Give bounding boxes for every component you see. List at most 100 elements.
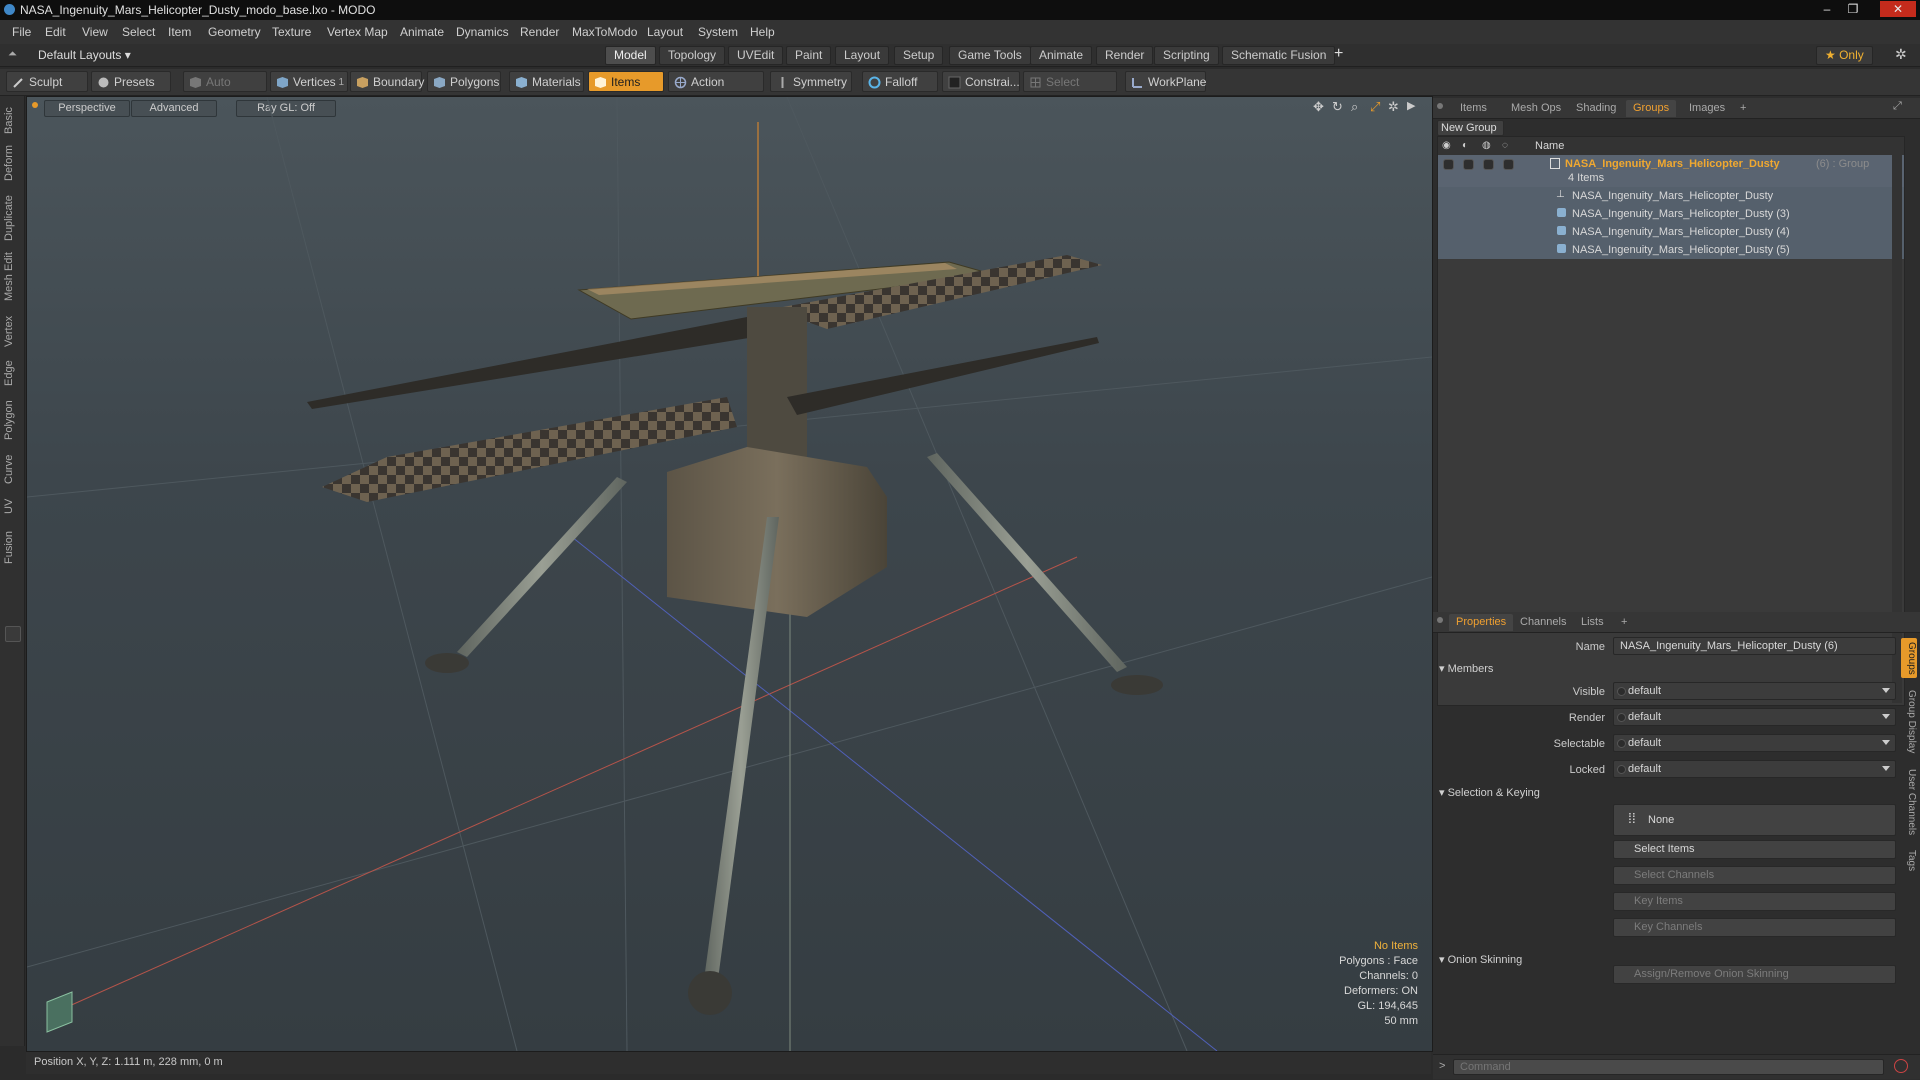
key-items-button[interactable]: Key Items bbox=[1613, 892, 1896, 911]
polygons-button[interactable]: Polygons bbox=[427, 71, 501, 92]
menu-select[interactable]: Select bbox=[122, 25, 155, 39]
menu-edit[interactable]: Edit bbox=[45, 25, 66, 39]
workplane-button[interactable]: WorkPlane bbox=[1125, 71, 1206, 92]
group-render-toggle[interactable] bbox=[1463, 159, 1474, 170]
command-history-icon[interactable] bbox=[1894, 1059, 1908, 1073]
tab-topology[interactable]: Topology bbox=[659, 46, 726, 65]
close-button[interactable]: ✕ bbox=[1880, 1, 1916, 17]
tab-scripting[interactable]: Scripting bbox=[1154, 46, 1219, 65]
tab-uv[interactable]: UV bbox=[3, 496, 20, 516]
name-field[interactable]: NASA_Ingenuity_Mars_Helicopter_Dusty (6) bbox=[1613, 637, 1896, 655]
symmetry-button[interactable]: Symmetry bbox=[770, 71, 852, 92]
tab-basic[interactable]: Basic bbox=[3, 104, 20, 138]
menu-layout[interactable]: Layout bbox=[647, 25, 683, 39]
selectable-dropdown[interactable]: default bbox=[1613, 734, 1896, 752]
tab-fusion[interactable]: Fusion bbox=[3, 528, 20, 566]
layout-preset-dropdown[interactable]: Default Layouts ▾ bbox=[38, 48, 131, 62]
tab-edge[interactable]: Edge bbox=[3, 358, 20, 388]
menu-view[interactable]: View bbox=[82, 25, 108, 39]
panel-menu-icon[interactable] bbox=[1437, 103, 1443, 109]
visible-dropdown[interactable]: default bbox=[1613, 682, 1896, 700]
tab-animate[interactable]: Animate bbox=[1030, 46, 1093, 65]
add-layout-button[interactable]: + bbox=[1334, 45, 1343, 63]
menu-file[interactable]: File bbox=[12, 25, 31, 39]
side-tab-tags[interactable]: Tags bbox=[1901, 846, 1917, 876]
tab-setup[interactable]: Setup bbox=[894, 46, 944, 65]
auto-select-button[interactable]: Auto Select bbox=[183, 71, 267, 110]
group-select-toggle[interactable] bbox=[1503, 159, 1514, 170]
visibility-column-eye-icon[interactable]: ◉ bbox=[1442, 140, 1451, 151]
key-channels-button[interactable]: Key Channels bbox=[1613, 918, 1896, 937]
falloff-button[interactable]: Falloff bbox=[862, 71, 938, 92]
tab-uvedit[interactable]: UVEdit bbox=[728, 46, 784, 65]
sculpt-button[interactable]: Sculpt bbox=[6, 71, 88, 92]
tab-game-tools[interactable]: Game Tools bbox=[949, 46, 1031, 65]
tab-shading[interactable]: Shading bbox=[1569, 100, 1623, 117]
materials-button[interactable]: Materials bbox=[509, 71, 584, 92]
tab-channels[interactable]: Channels bbox=[1513, 614, 1573, 631]
new-group-button[interactable]: New Group bbox=[1437, 120, 1504, 136]
add-tab-button[interactable]: + bbox=[1733, 100, 1753, 117]
selection-keying-section[interactable]: ▾ Selection & Keying bbox=[1439, 786, 1540, 799]
tab-paint[interactable]: Paint bbox=[786, 46, 832, 65]
menu-animate[interactable]: Animate bbox=[400, 25, 444, 39]
tab-polygon[interactable]: Polygon bbox=[3, 398, 20, 442]
tab-model[interactable]: Model bbox=[605, 46, 656, 65]
command-input[interactable] bbox=[1453, 1059, 1884, 1075]
locked-dropdown[interactable]: default bbox=[1613, 760, 1896, 778]
onion-skinning-section[interactable]: ▾ Onion Skinning bbox=[1439, 953, 1522, 966]
assign-onion-skinning-button[interactable]: Assign/Remove Onion Skinning bbox=[1613, 965, 1896, 984]
tab-curve[interactable]: Curve bbox=[3, 452, 20, 486]
panel-menu-icon[interactable] bbox=[1437, 617, 1443, 623]
tab-vertex[interactable]: Vertex bbox=[3, 312, 20, 350]
tab-groups[interactable]: Groups bbox=[1626, 100, 1677, 117]
layout-arrow-icon[interactable]: ⏶ bbox=[8, 48, 17, 61]
side-tab-user-channels[interactable]: User Channels bbox=[1901, 766, 1917, 838]
menu-geometry[interactable]: Geometry bbox=[208, 25, 261, 39]
tab-images[interactable]: Images bbox=[1682, 100, 1732, 117]
tab-items[interactable]: Items bbox=[1453, 100, 1494, 117]
side-tab-groups[interactable]: Groups bbox=[1901, 638, 1917, 678]
expand-panel-icon[interactable]: ⤢ bbox=[1893, 100, 1902, 113]
boundary-button[interactable]: Boundary bbox=[350, 71, 424, 92]
minimize-button[interactable]: – bbox=[1816, 1, 1838, 17]
presets-button[interactable]: Presets bbox=[91, 71, 171, 92]
tab-layout[interactable]: Layout bbox=[835, 46, 890, 65]
select-column-icon[interactable]: ◌ bbox=[1502, 140, 1508, 151]
select-channels-button[interactable]: Select Channels bbox=[1613, 866, 1896, 885]
menu-texture[interactable]: Texture bbox=[272, 25, 311, 39]
panel-toggle-button[interactable] bbox=[5, 626, 21, 642]
none-selection-button[interactable]: ⁞⁞ None bbox=[1613, 804, 1896, 836]
tab-duplicate[interactable]: Duplicate bbox=[3, 194, 20, 242]
gear-icon[interactable]: ✲ bbox=[1895, 46, 1907, 63]
name-column-header[interactable]: Name bbox=[1535, 140, 1564, 152]
menu-render[interactable]: Render bbox=[520, 25, 559, 39]
menu-vertex-map[interactable]: Vertex Map bbox=[327, 25, 388, 39]
tab-render[interactable]: Render bbox=[1096, 46, 1154, 65]
tree-child-row[interactable]: ⊥ NASA_Ingenuity_Mars_Helicopter_Dusty bbox=[1438, 187, 1904, 205]
maximize-button[interactable]: ❐ bbox=[1842, 1, 1864, 17]
tab-mesh-edit[interactable]: Mesh Edit bbox=[3, 252, 20, 302]
tab-lists[interactable]: Lists bbox=[1574, 614, 1611, 631]
only-toggle[interactable]: ★ Only bbox=[1816, 46, 1873, 65]
lock-column-icon[interactable]: ◍ bbox=[1482, 140, 1491, 151]
tree-child-row[interactable]: NASA_Ingenuity_Mars_Helicopter_Dusty (5) bbox=[1438, 241, 1904, 259]
items-button[interactable]: Items bbox=[588, 71, 664, 92]
3d-viewport[interactable]: Perspective Advanced Ray GL: Off ✥ ↻ ⌕ ⤢… bbox=[26, 96, 1433, 1052]
menu-maxtomodo[interactable]: MaxToModo bbox=[572, 25, 637, 39]
constraints-button[interactable]: Constrai... bbox=[942, 71, 1020, 92]
tab-mesh-ops[interactable]: Mesh Ops bbox=[1504, 100, 1568, 117]
group-lock-toggle[interactable] bbox=[1483, 159, 1494, 170]
menu-item[interactable]: Item bbox=[168, 25, 191, 39]
tab-properties[interactable]: Properties bbox=[1449, 614, 1514, 631]
members-section[interactable]: ▾ Members bbox=[1439, 662, 1493, 675]
render-column-icon[interactable]: ◐ bbox=[1462, 140, 1468, 151]
tree-child-row[interactable]: NASA_Ingenuity_Mars_Helicopter_Dusty (4) bbox=[1438, 223, 1904, 241]
add-tab-button[interactable]: + bbox=[1614, 614, 1634, 631]
group-row[interactable]: NASA_Ingenuity_Mars_Helicopter_Dusty (6)… bbox=[1438, 155, 1904, 187]
action-center-button[interactable]: Action Center bbox=[668, 71, 764, 110]
group-visibility-eye-icon[interactable] bbox=[1443, 159, 1454, 170]
render-dropdown[interactable]: default bbox=[1613, 708, 1896, 726]
vertices-button[interactable]: Vertices 1 bbox=[270, 71, 348, 92]
select-through-button[interactable]: Select Through bbox=[1023, 71, 1117, 110]
